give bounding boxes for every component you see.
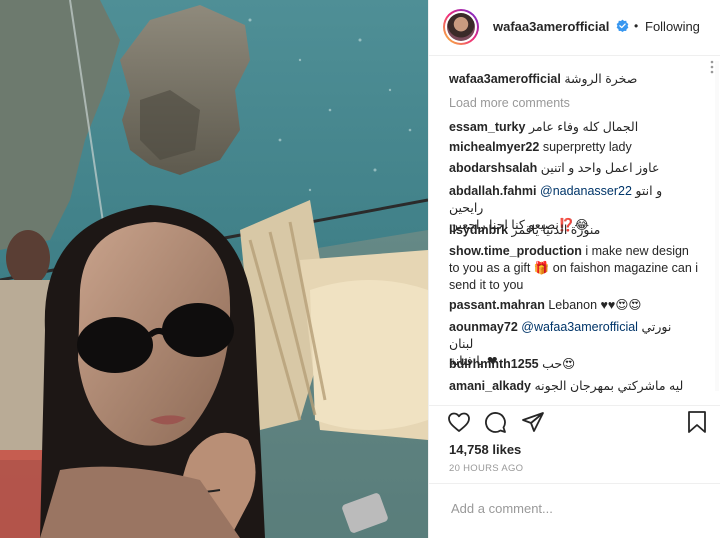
post-photo[interactable] (0, 0, 428, 538)
comment-username[interactable]: aounmay72 (449, 320, 518, 334)
comment-item: passant.mahran Lebanon ♥♥😍😍 (449, 297, 699, 314)
add-comment-bar (429, 483, 720, 538)
comment-mention[interactable]: @wafaa3amerofficial (521, 320, 638, 334)
post-timestamp[interactable]: 20 HOURS AGO (449, 463, 523, 474)
share-icon[interactable] (521, 410, 545, 434)
selfie-photo-illustration (0, 0, 428, 538)
add-comment-input[interactable] (449, 497, 703, 519)
likes-count[interactable]: 14,758 likes (449, 442, 521, 457)
comment-username[interactable]: essam_turky (449, 120, 525, 134)
comment-item: bdlrhmnth1255 حب😍 (449, 356, 699, 373)
caption-username[interactable]: wafaa3amerofficial (449, 72, 561, 86)
comment-text: Lebanon ♥♥😍😍 (548, 298, 642, 312)
profile-picture (447, 13, 475, 41)
comment-username[interactable]: bdlrhmnth1255 (449, 357, 539, 371)
comment-username[interactable]: amani_alkady (449, 379, 531, 393)
comment-username[interactable]: abodarshsalah (449, 161, 537, 175)
post-header: wafaa3amerofficial • Following (429, 0, 720, 56)
caption: wafaa3amerofficial صخرة الروشة (449, 71, 699, 88)
caption-text: صخرة الروشة (564, 72, 638, 86)
avatar[interactable] (443, 9, 479, 45)
post-sidebar: wafaa3amerofficial • Following wafaa3ame… (428, 0, 720, 538)
comment-text: عاوز اعمل واحد و اتنين (540, 161, 660, 175)
comment-mention[interactable]: @nadanasser22 (540, 184, 632, 198)
heart-icon[interactable] (447, 410, 471, 434)
instagram-post: wafaa3amerofficial • Following wafaa3ame… (0, 0, 720, 538)
comment-username[interactable]: llsydmbrk (449, 223, 508, 237)
comment-item: llsydmbrk منورة الدنيا ياقمر (449, 222, 699, 239)
comment-text: superpretty lady (542, 140, 632, 154)
comment-username[interactable]: abdallah.fahmi (449, 184, 537, 198)
bookmark-icon[interactable] (687, 410, 707, 434)
comment-item: essam_turky الجمال كله وفاء عامر (449, 119, 699, 136)
load-more-comments[interactable]: Load more comments (449, 95, 699, 112)
comment-text: منورة الدنيا ياقمر (511, 223, 601, 237)
comment-icon[interactable] (483, 410, 507, 434)
comment-item: abodarshsalah عاوز اعمل واحد و اتنين (449, 160, 699, 177)
comment-text: حب😍 (542, 357, 576, 371)
comment-text: ليه ماشركتي بمهرجان الجونه (534, 379, 684, 393)
comments-list[interactable]: wafaa3amerofficial صخرة الروشة Load more… (429, 57, 720, 405)
comment-username[interactable]: michealmyer22 (449, 140, 539, 154)
comment-username[interactable]: passant.mahran (449, 298, 545, 312)
comment-item: michealmyer22 superpretty lady (449, 139, 699, 156)
comment-item: show.time_production i make new design t… (449, 243, 699, 294)
following-button[interactable]: Following (645, 19, 700, 34)
comment-text: الجمال كله وفاء عامر (528, 120, 639, 134)
comment-item: amani_alkady ليه ماشركتي بمهرجان الجونه (449, 378, 699, 395)
header-username[interactable]: wafaa3amerofficial (493, 19, 609, 34)
load-more-label[interactable]: Load more comments (449, 96, 570, 110)
post-actions: 14,758 likes 20 HOURS AGO (429, 405, 720, 483)
comments-scrollbar[interactable] (715, 61, 719, 391)
comment-username[interactable]: show.time_production (449, 244, 582, 258)
verified-badge-icon (616, 19, 629, 32)
header-separator: • (634, 19, 639, 33)
